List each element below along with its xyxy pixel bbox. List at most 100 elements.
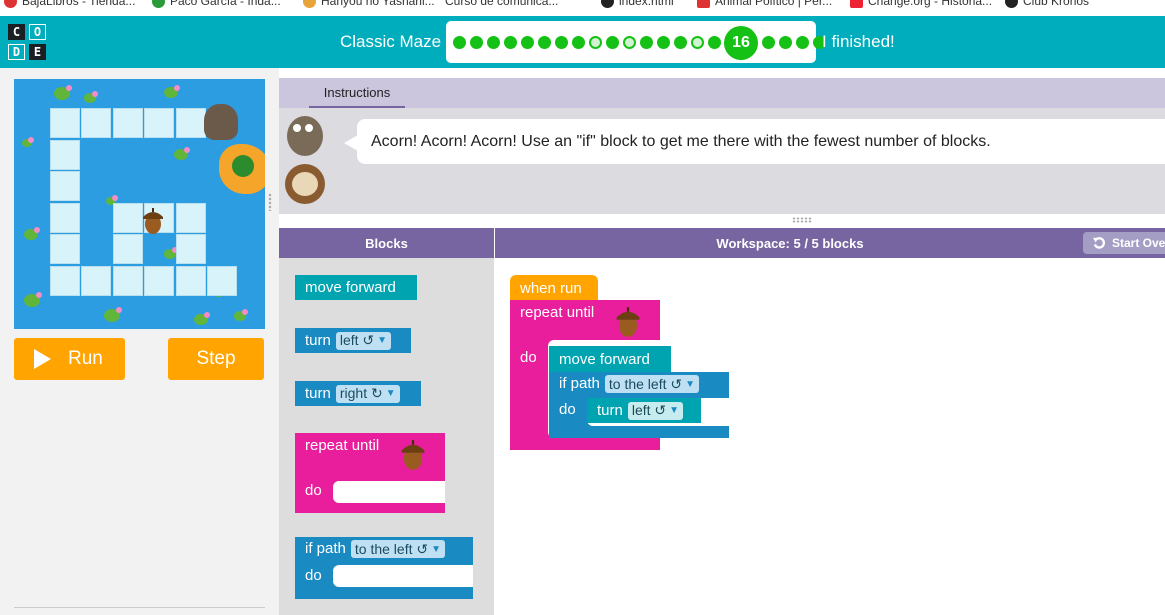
panel-resize-handle[interactable] <box>268 193 272 211</box>
reset-icon <box>1093 236 1105 249</box>
step-button[interactable]: Step <box>168 338 264 380</box>
flower-decoration <box>174 85 180 91</box>
level-dot[interactable] <box>589 36 602 49</box>
bookmark-item[interactable]: index.html <box>601 0 674 8</box>
do-label: do <box>559 401 576 418</box>
toolbox-turn-right-block[interactable]: turn right ↻ ▼ <box>295 381 421 406</box>
level-dot[interactable] <box>538 36 551 49</box>
toolbox: move forward turn left ↺ ▼ turn right ↻ ▼ … <box>279 258 494 615</box>
direction-dropdown[interactable]: left ↺ ▼ <box>627 401 684 420</box>
level-dot[interactable] <box>762 36 775 49</box>
toolbox-move-forward-block[interactable]: move forward <box>295 275 417 300</box>
bookmark-item[interactable]: Animal Político | Per... <box>697 0 832 8</box>
instructions-resize-grip[interactable] <box>792 217 812 223</box>
path-dropdown[interactable]: to the left ↺ ▼ <box>604 375 699 393</box>
level-dot[interactable] <box>708 36 721 49</box>
level-dot[interactable] <box>796 36 809 49</box>
block-label: turn <box>305 332 331 349</box>
toolbox-repeat-until-block[interactable]: repeat until do <box>295 433 445 513</box>
maze-path-tile <box>112 234 143 264</box>
direction-dropdown[interactable]: right ↻ ▼ <box>335 384 400 403</box>
level-dot[interactable] <box>453 36 466 49</box>
level-dot[interactable] <box>521 36 534 49</box>
when-run-block[interactable]: when run <box>510 275 598 301</box>
current-level-bubble[interactable]: 16 <box>724 26 758 60</box>
maze-path-tile <box>175 202 206 233</box>
direction-dropdown[interactable]: left ↺ ▼ <box>335 331 392 350</box>
level-dot[interactable] <box>504 36 517 49</box>
block-label: do <box>559 401 576 418</box>
maze-path-tile <box>112 202 143 233</box>
level-dot[interactable] <box>640 36 653 49</box>
dropdown-arrow-icon: ▼ <box>685 378 695 390</box>
maze-path-tile <box>175 108 206 138</box>
maze-path-tile <box>112 265 143 296</box>
level-dot[interactable] <box>572 36 585 49</box>
block-label: if path <box>305 540 346 557</box>
maze-path-tile <box>81 265 111 296</box>
level-dot[interactable] <box>623 36 636 49</box>
workspace: when run repeat until do move forward if… <box>495 258 1165 615</box>
block-label: move forward <box>305 279 396 296</box>
workspace-turn-left-block[interactable]: turn left ↺ ▼ <box>587 398 701 423</box>
block-label: do <box>520 349 537 366</box>
instruction-bubble: Acorn! Acorn! Acorn! Use an "if" block t… <box>357 119 1165 164</box>
block-label: repeat until <box>305 437 380 454</box>
bookmark-item[interactable]: BajaLibros - Tienda... <box>4 0 135 8</box>
maze-path-tile <box>112 108 143 138</box>
level-dot[interactable] <box>674 36 687 49</box>
run-button[interactable]: Run <box>14 338 125 380</box>
flower-decoration <box>34 227 40 233</box>
scrat-avatar-icon <box>285 116 325 204</box>
maze-path-tile <box>49 265 80 296</box>
start-over-button[interactable]: Start Over <box>1083 232 1165 254</box>
finished-link[interactable]: I finished! <box>822 32 895 52</box>
level-dot[interactable] <box>691 36 704 49</box>
top-header: C O D E Classic Maze 16 I finished! <box>0 16 1165 68</box>
bookmark-item[interactable]: Club Kronos <box>1005 0 1089 8</box>
level-progress: 16 <box>446 21 826 63</box>
block-label: if path <box>559 375 600 392</box>
toolbox-turn-left-block[interactable]: turn left ↺ ▼ <box>295 328 411 353</box>
puzzle-title: Classic Maze <box>340 32 442 51</box>
level-dot[interactable] <box>779 36 792 49</box>
maze-path-tile <box>207 265 237 296</box>
acorn-icon <box>401 440 425 470</box>
dropdown-value: right ↻ <box>339 385 383 401</box>
code-logo[interactable]: C O D E <box>8 24 48 60</box>
maze-path-tile <box>81 108 111 138</box>
path-dropdown[interactable]: to the left ↺ ▼ <box>350 540 445 558</box>
level-dot[interactable] <box>555 36 568 49</box>
palm-tree-decoration <box>232 155 254 177</box>
bookmark-item[interactable]: Change.org - Historia... <box>850 0 992 8</box>
bookmark-item[interactable]: Hanyou no Yashahi... <box>303 0 435 8</box>
dropdown-arrow-icon: ▼ <box>377 335 388 346</box>
bookmark-item[interactable]: Curso de comunica... <box>445 0 558 8</box>
logo-letter: E <box>29 44 46 60</box>
block-label: turn <box>305 385 331 402</box>
dropdown-value: left ↺ <box>631 402 667 418</box>
dropdown-value: left ↺ <box>339 332 375 348</box>
statement-slot <box>333 565 473 587</box>
statement-slot <box>333 481 445 503</box>
squirrel-character <box>204 104 238 140</box>
do-label: do <box>520 349 537 366</box>
dropdown-arrow-icon: ▼ <box>385 388 396 399</box>
toolbox-if-path-block[interactable]: if path to the left ↺ ▼ do <box>295 537 473 599</box>
level-dot[interactable] <box>487 36 500 49</box>
level-dot[interactable] <box>657 36 670 49</box>
bookmark-item[interactable]: Paco García - Inda... <box>152 0 281 8</box>
flower-decoration <box>184 147 190 153</box>
maze-path-tile <box>49 108 80 138</box>
workspace-move-forward-block[interactable]: move forward <box>549 346 671 372</box>
maze-path-tile <box>144 108 174 138</box>
step-label: Step <box>196 348 236 369</box>
instructions-tabbar <box>279 78 1165 108</box>
flower-decoration <box>36 292 42 298</box>
block-label: do <box>305 567 322 584</box>
panel-divider <box>14 607 265 608</box>
level-dot[interactable] <box>470 36 483 49</box>
tab-instructions[interactable]: Instructions <box>309 78 405 108</box>
level-dot[interactable] <box>606 36 619 49</box>
block-label: turn <box>597 402 623 419</box>
